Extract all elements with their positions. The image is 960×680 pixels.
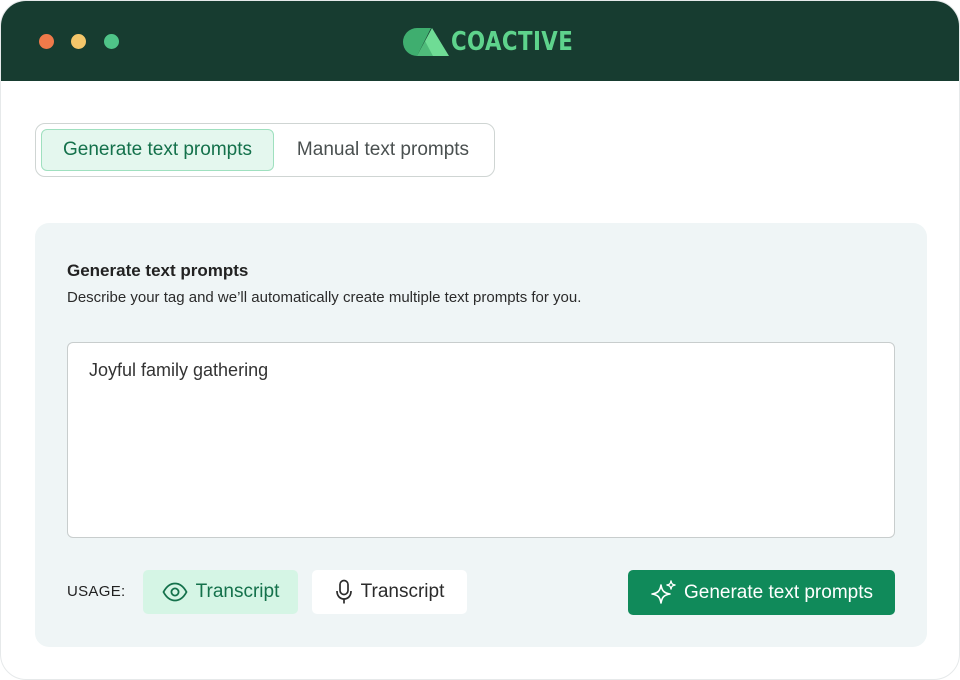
zoom-window-button[interactable] (104, 34, 119, 49)
eye-icon (162, 582, 188, 602)
tag-description-input[interactable]: Joyful family gathering (67, 342, 895, 538)
app-window: COACTIVE Generate text prompts Manual te… (0, 0, 960, 680)
panel-description: Describe your tag and we’ll automaticall… (67, 289, 582, 306)
usage-label: USAGE: (67, 583, 126, 600)
brand-name: COACTIVE (451, 27, 574, 57)
tag-description-value: Joyful family gathering (89, 360, 269, 380)
tab-generate-text-prompts[interactable]: Generate text prompts (41, 129, 274, 171)
usage-transcript-audio-toggle[interactable]: Transcript (312, 570, 467, 614)
coactive-logo: COACTIVE (403, 26, 600, 58)
generate-prompts-panel: Generate text prompts Describe your tag … (35, 223, 927, 647)
close-window-button[interactable] (39, 34, 54, 49)
usage-option-label: Transcript (360, 581, 445, 602)
minimize-window-button[interactable] (71, 34, 86, 49)
microphone-icon (335, 579, 353, 605)
usage-transcript-visual-toggle[interactable]: Transcript (143, 570, 298, 614)
usage-option-label: Transcript (195, 581, 280, 602)
generate-button-label: Generate text prompts (683, 581, 874, 603)
generate-text-prompts-button[interactable]: Generate text prompts (628, 570, 895, 615)
tab-manual-text-prompts[interactable]: Manual text prompts (278, 129, 488, 171)
prompt-mode-tabs: Generate text prompts Manual text prompt… (35, 123, 495, 177)
coactive-logo-icon (403, 28, 449, 56)
title-bar: COACTIVE (1, 1, 959, 81)
panel-title: Generate text prompts (67, 261, 249, 280)
sparkles-icon (650, 579, 678, 607)
